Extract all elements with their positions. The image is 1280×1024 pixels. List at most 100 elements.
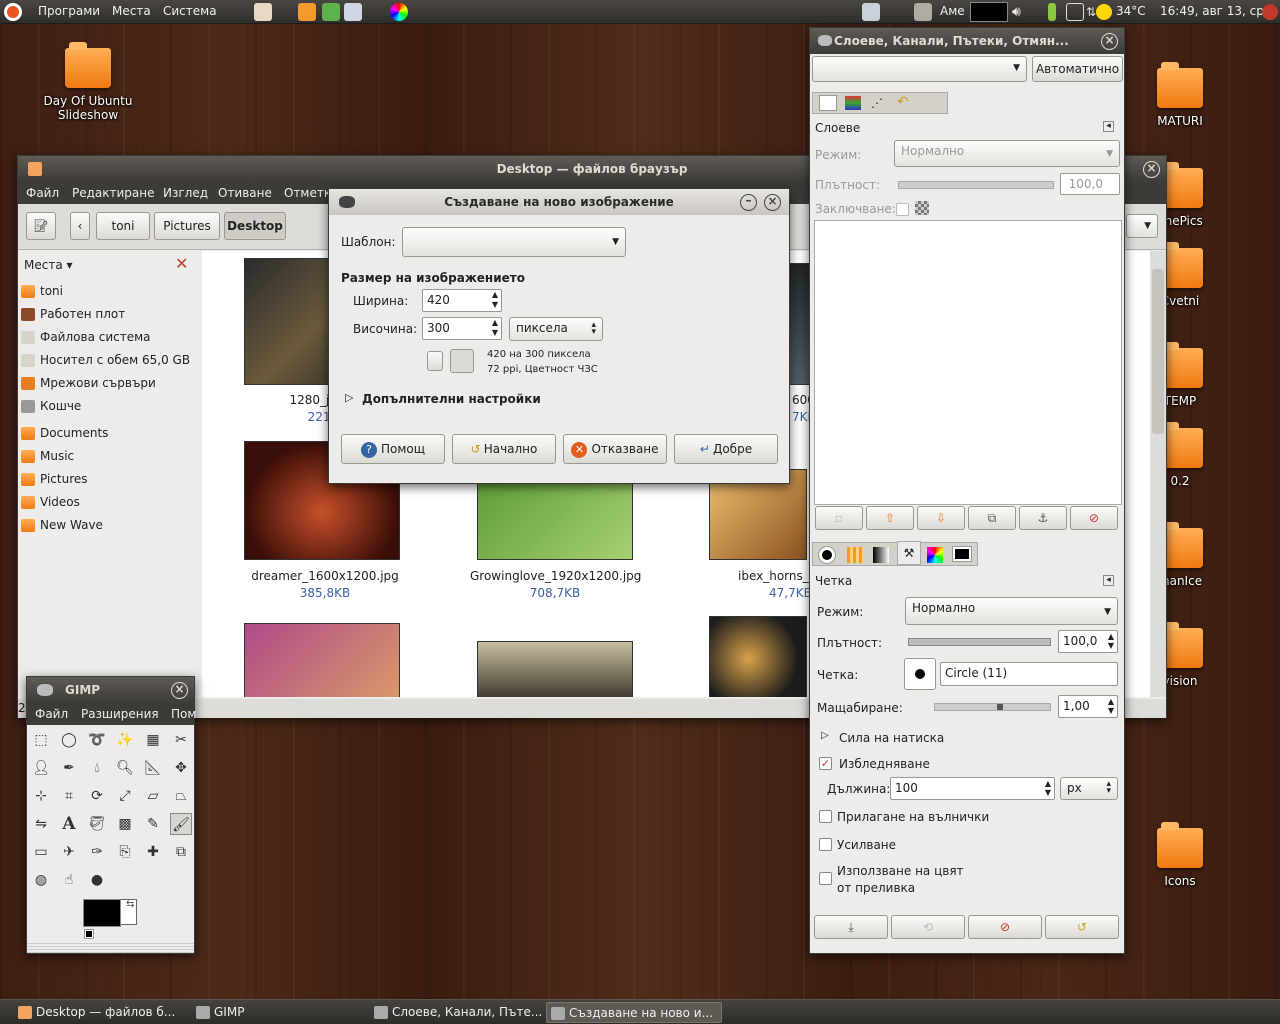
dock-titlebar[interactable]: Слоеве, Канали, Пътеки, Отмян... ×	[810, 28, 1124, 54]
scissors-icon[interactable]: ✂	[170, 729, 192, 751]
patterns-tab-icon[interactable]	[847, 547, 863, 563]
auto-button[interactable]: Автоматично	[1032, 56, 1123, 82]
bookmark-pictures[interactable]: Pictures	[21, 472, 88, 486]
brush-preview-button[interactable]	[904, 658, 936, 690]
landscape-button[interactable]	[450, 349, 474, 373]
foreground-color-swatch[interactable]	[83, 899, 121, 927]
dodge-burn-icon[interactable]: ●	[86, 869, 108, 891]
scrollbar-thumb[interactable]	[1152, 269, 1164, 434]
help-button[interactable]: ? Помощ	[341, 434, 445, 464]
shear-icon[interactable]: ▱	[142, 785, 164, 807]
reset-button[interactable]: ↺ Начално	[452, 434, 556, 464]
opacity-input[interactable]: 100,0	[1060, 173, 1120, 195]
path-pictures[interactable]: Pictures	[154, 212, 220, 240]
delete-options-button[interactable]: ⊘	[968, 915, 1042, 939]
fuzzy-select-icon[interactable]: ✨	[114, 729, 136, 751]
expander-arrow-icon[interactable]: ▷	[345, 391, 353, 404]
place-trash[interactable]: Кошче	[21, 399, 81, 413]
layers-tab-icon[interactable]	[819, 95, 837, 111]
brush-opacity-input[interactable]: 100,0 ▲ ▼	[1058, 630, 1118, 653]
undo-history-tab-icon[interactable]: ↶	[897, 94, 909, 110]
view-mode-dropdown[interactable]: ▼	[1126, 214, 1158, 238]
blend-icon[interactable]: ▩	[114, 813, 136, 835]
gradients-tab-icon[interactable]	[873, 547, 889, 563]
place-toni[interactable]: toni	[21, 284, 63, 298]
bookmark-videos[interactable]: Videos	[21, 495, 80, 509]
color-picker-icon[interactable]: 💧︎	[86, 757, 108, 779]
gem-launcher-icon[interactable]	[322, 3, 340, 21]
places-header[interactable]: Места ▾	[24, 258, 73, 272]
ok-button[interactable]: ↵ Добре	[674, 434, 778, 464]
volume-icon[interactable]: 🔊︎	[1012, 3, 1030, 21]
launcher-icon[interactable]	[254, 3, 272, 21]
menu-extensions[interactable]: Разширения	[81, 707, 159, 721]
close-icon[interactable]: ×	[1101, 33, 1118, 50]
scale-slider[interactable]	[934, 703, 1051, 711]
menu-go[interactable]: Отиване	[218, 186, 272, 200]
resize-grip[interactable]	[27, 943, 194, 953]
perspective-clone-icon[interactable]: ⧉	[170, 841, 192, 863]
reset-options-button[interactable]: ↺	[1045, 915, 1119, 939]
file-name[interactable]: Growinglove_1920x1200.jpg	[470, 569, 641, 583]
place-desktop[interactable]: Работен плот	[21, 307, 125, 321]
path-back-button[interactable]: ‹	[70, 212, 90, 240]
smudge-icon[interactable]: ☝	[58, 869, 80, 891]
length-unit-dropdown[interactable]: px ▴ ▾	[1060, 777, 1118, 800]
pressure-expander[interactable]: Сила на натиска	[839, 731, 944, 745]
file-name[interactable]: dreamer_1600x1200.jpg	[240, 569, 410, 583]
close-sidebar-icon[interactable]: ✕	[175, 254, 188, 273]
spin-arrows-icon[interactable]: ▲ ▼	[492, 318, 498, 338]
incremental-checkbox[interactable]	[819, 838, 832, 851]
desktop-icon-icons[interactable]: Icons	[1125, 822, 1235, 888]
minimize-icon[interactable]: –	[740, 194, 757, 211]
height-input[interactable]: 300 ▲ ▼	[422, 317, 502, 340]
portrait-button[interactable]	[427, 351, 443, 371]
crop-icon[interactable]: ⌗	[58, 785, 80, 807]
close-icon[interactable]: ×	[764, 194, 781, 211]
paths-tab-icon[interactable]: ⋰	[871, 96, 883, 110]
flip-icon[interactable]: ⇋	[30, 813, 52, 835]
menu-system[interactable]: Система	[163, 4, 217, 18]
brushes-tab-icon[interactable]	[818, 546, 836, 564]
move-icon[interactable]: ✥	[170, 757, 192, 779]
free-select-icon[interactable]: ➰	[86, 729, 108, 751]
tab-menu-icon[interactable]: ◂	[1103, 575, 1114, 586]
bucket-fill-icon[interactable]: 🪣︎	[86, 813, 108, 835]
file-view-scrollbar[interactable]	[1150, 251, 1166, 697]
place-network[interactable]: Мрежови сървъри	[21, 376, 156, 390]
unit-dropdown[interactable]: пиксела ▴ ▾	[509, 317, 603, 341]
taskbar-item-gimp[interactable]: GIMP	[192, 1002, 364, 1023]
menu-edit[interactable]: Редактиране	[72, 186, 155, 200]
display-icon[interactable]	[1066, 3, 1084, 21]
file-thumbnail[interactable]	[477, 641, 633, 697]
toolbox-titlebar[interactable]: GIMP ×	[27, 677, 194, 703]
color-swatch[interactable]	[970, 2, 1008, 22]
network-tray-icon[interactable]	[862, 3, 880, 21]
image-selector-dropdown[interactable]: ▼	[812, 56, 1027, 82]
advanced-options-expander[interactable]: Допълнителни настройки	[362, 392, 541, 406]
place-volume[interactable]: Носител с обем 65,0 GB	[21, 353, 190, 367]
brush-opacity-slider[interactable]	[908, 638, 1051, 646]
measure-icon[interactable]: 📐︎	[142, 757, 164, 779]
slider-handle[interactable]	[997, 704, 1003, 710]
scale-icon[interactable]: ⤢	[114, 785, 136, 807]
pencil-icon[interactable]: ✎	[142, 813, 164, 835]
scale-input[interactable]: 1,00 ▲ ▼	[1058, 695, 1118, 718]
eraser-icon[interactable]: ▭	[30, 841, 52, 863]
rect-select-icon[interactable]: ⬚	[30, 729, 52, 751]
spin-arrows-icon[interactable]: ▲ ▼	[1045, 779, 1051, 797]
paths-icon[interactable]: ✒	[58, 757, 80, 779]
bookmark-music[interactable]: Music	[21, 449, 74, 463]
file-name[interactable]: ibex_horns_	[722, 569, 822, 583]
color-wheel-icon[interactable]	[390, 3, 408, 21]
tool-options-tab-icon[interactable]: ⚒	[897, 541, 921, 565]
file-thumbnail[interactable]	[709, 616, 807, 697]
save-options-button[interactable]: ⤓	[814, 915, 888, 939]
zoom-icon[interactable]: 🔍︎	[114, 757, 136, 779]
cancel-button[interactable]: ✕ Отказване	[563, 434, 667, 464]
brush-name-input[interactable]: Circle (11)	[940, 662, 1118, 686]
swap-colors-icon[interactable]: ⇆	[126, 899, 134, 910]
duplicate-layer-icon[interactable]: ⧉	[968, 506, 1016, 530]
foreground-select-icon[interactable]: 👤︎	[30, 757, 52, 779]
menu-file[interactable]: Файл	[35, 707, 68, 721]
